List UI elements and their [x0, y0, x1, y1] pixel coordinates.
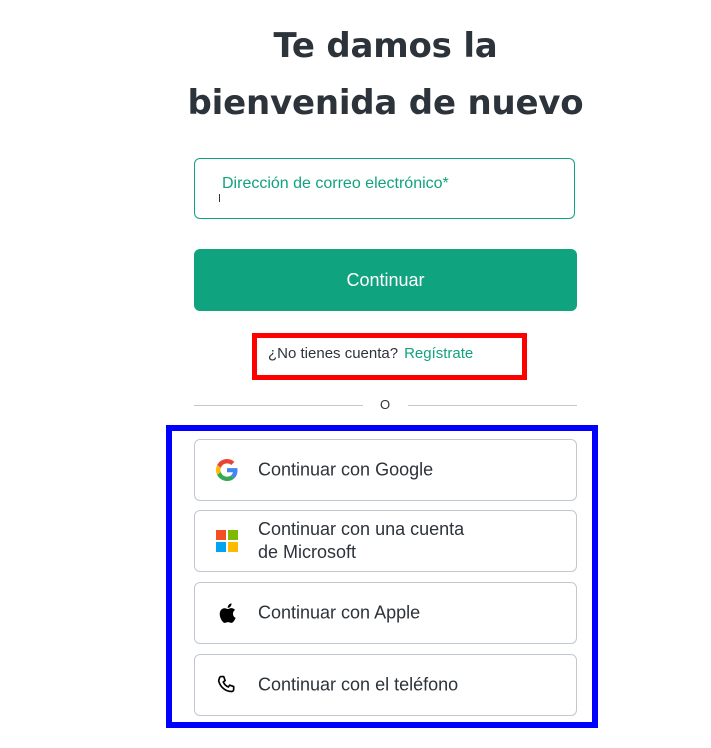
page-title-line1: Te damos la	[273, 26, 498, 66]
google-button-label: Continuar con Google	[258, 459, 434, 480]
signup-row: ¿No tienes cuenta? Regístrate	[268, 345, 473, 362]
continue-with-google-button[interactable]: Continuar con Google	[194, 439, 577, 501]
signup-prompt: ¿No tienes cuenta?	[268, 345, 399, 362]
continue-with-apple-button[interactable]: Continuar con Apple	[194, 582, 577, 644]
continue-button[interactable]: Continuar	[194, 249, 577, 311]
email-field-label: Dirección de correo electrónico*	[222, 175, 449, 192]
apple-button-label: Continuar con Apple	[258, 602, 421, 623]
google-icon	[215, 458, 239, 482]
phone-icon	[215, 673, 239, 697]
divider-line-right	[408, 405, 577, 406]
apple-icon	[215, 601, 239, 625]
microsoft-label-line2: de Microsoft	[258, 542, 357, 562]
microsoft-label-line1: Continuar con una cuenta	[258, 519, 465, 539]
microsoft-button-label: Continuar con una cuenta de Microsoft	[258, 518, 558, 564]
divider-text: O	[380, 397, 391, 412]
continue-with-phone-button[interactable]: Continuar con el teléfono	[194, 654, 577, 716]
signup-link[interactable]: Regístrate	[404, 345, 473, 362]
phone-button-label: Continuar con el teléfono	[258, 674, 459, 695]
text-caret	[219, 194, 220, 202]
email-field[interactable]: Dirección de correo electrónico*	[194, 158, 575, 219]
page-title-line2: bienvenida de nuevo	[187, 83, 584, 123]
page-title: Te damos la bienvenida de nuevo	[0, 18, 711, 132]
divider-line-left	[194, 405, 363, 406]
microsoft-icon	[215, 529, 239, 553]
continue-with-microsoft-button[interactable]: Continuar con una cuenta de Microsoft	[194, 510, 577, 572]
